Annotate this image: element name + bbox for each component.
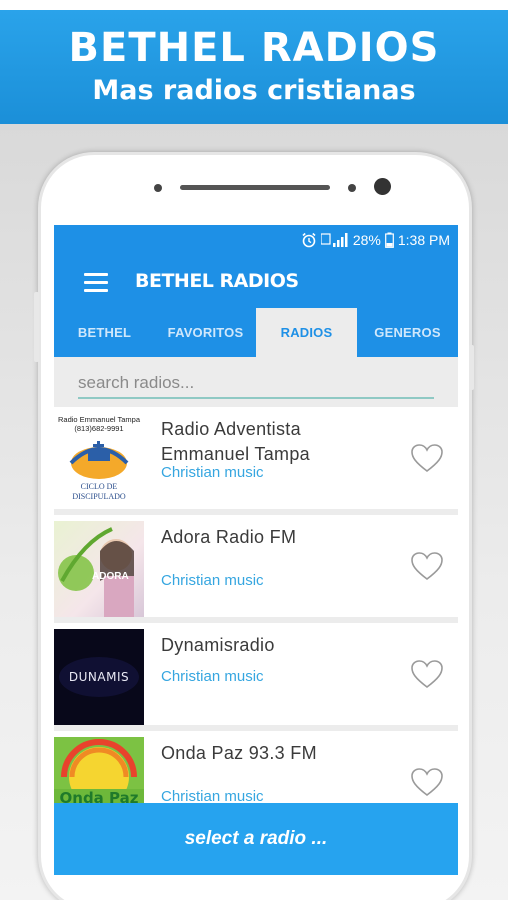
station-name: Dynamisradio (161, 635, 275, 655)
search-field (78, 369, 434, 399)
tab-bar: BETHEL FAVORITOS RADIOS GENEROS (54, 308, 458, 357)
svg-text:Radio Emmanuel Tampa: Radio Emmanuel Tampa (58, 415, 141, 424)
clock: 1:38 PM (397, 232, 450, 248)
app-title: BETHEL RADIOS (135, 270, 299, 292)
heart-outline-icon[interactable] (410, 551, 444, 581)
alarm-icon (302, 232, 316, 248)
sensor-dot (154, 184, 162, 192)
station-logo: Radio Emmanuel Tampa (813)682-9991 CICLO… (54, 413, 144, 509)
svg-text:CICLO DE: CICLO DE (81, 482, 118, 491)
station-genre: Christian music (161, 572, 264, 589)
dunamis-logo-image: DUNAMIS (54, 629, 144, 725)
tab-generos[interactable]: GENEROS (357, 308, 458, 357)
tab-favoritos[interactable]: FAVORITOS (155, 308, 256, 357)
list-item[interactable]: ADORA Adora Radio FM Christian music (54, 515, 458, 617)
battery-icon (384, 232, 394, 248)
banner-title: BETHEL RADIOS (68, 25, 440, 71)
heart-outline-icon[interactable] (410, 659, 444, 689)
heart-outline-icon[interactable] (410, 443, 444, 473)
select-radio-bar[interactable]: select a radio ... (54, 803, 458, 875)
svg-text:ADORA: ADORA (92, 571, 129, 582)
list-item[interactable]: Radio Emmanuel Tampa (813)682-9991 CICLO… (54, 407, 458, 509)
adora-logo-image: ADORA (54, 521, 144, 617)
promo-banner: BETHEL RADIOS Mas radios cristianas (0, 10, 508, 124)
list-item[interactable]: DUNAMIS Dynamisradio Christian music (54, 623, 458, 725)
app-toolbar: BETHEL RADIOS (54, 255, 458, 308)
heart-outline-icon[interactable] (410, 767, 444, 797)
proximity-sensor-dot (348, 184, 356, 192)
station-name: Adora Radio FM (161, 527, 297, 547)
volume-button (34, 292, 39, 362)
tab-bethel[interactable]: BETHEL (54, 308, 155, 357)
station-name: Onda Paz 93.3 FM (161, 743, 317, 763)
emmanuel-logo-image: Radio Emmanuel Tampa (813)682-9991 CICLO… (58, 415, 141, 501)
svg-text:DUNAMIS: DUNAMIS (69, 670, 129, 684)
station-list: Radio Emmanuel Tampa (813)682-9991 CICLO… (54, 407, 458, 839)
station-genre: Christian music (161, 668, 264, 685)
front-camera-icon (374, 178, 391, 195)
banner-subtitle: Mas radios cristianas (92, 75, 416, 106)
tab-radios[interactable]: RADIOS (256, 308, 357, 357)
station-name: Radio Adventista Emmanuel Tampa (161, 419, 310, 464)
signal-icon (320, 233, 348, 247)
power-button (469, 345, 474, 390)
search-input[interactable] (78, 369, 434, 397)
speaker-grille (180, 185, 330, 190)
status-bar: 28% 1:38 PM (54, 225, 458, 255)
svg-text:(813)682-9991: (813)682-9991 (74, 424, 123, 433)
app-screen: 28% 1:38 PM BETHEL RADIOS BETHEL FAVORIT… (54, 225, 458, 875)
svg-text:DISCIPULADO: DISCIPULADO (72, 492, 126, 501)
battery-percent: 28% (352, 232, 381, 248)
station-logo: DUNAMIS (54, 629, 144, 725)
station-logo: ADORA (54, 521, 144, 617)
hamburger-menu-icon[interactable] (84, 273, 108, 292)
station-genre: Christian music (161, 464, 264, 481)
